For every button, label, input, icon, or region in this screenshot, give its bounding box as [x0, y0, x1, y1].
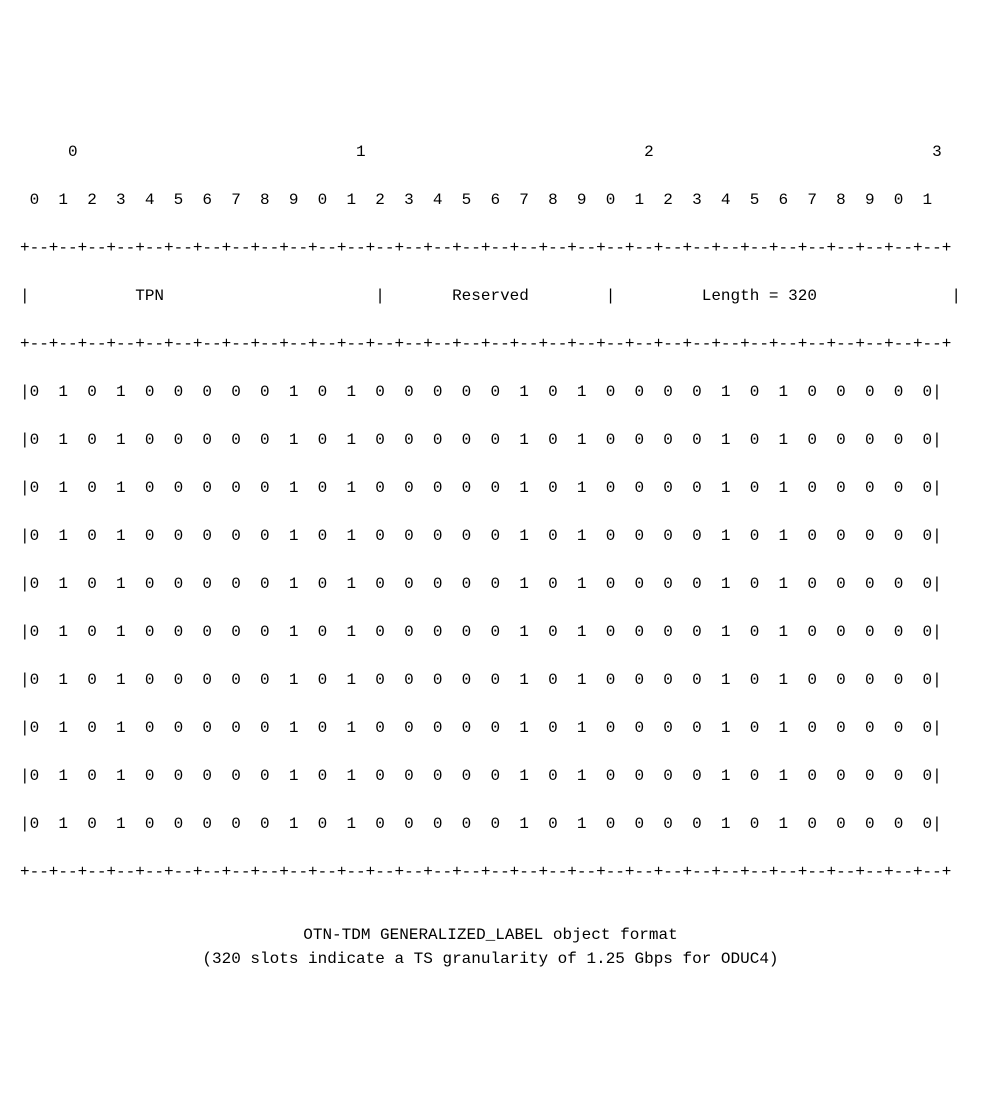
- border-mid: +--+--+--+--+--+--+--+--+--+--+--+--+--+…: [20, 332, 961, 356]
- data-row: |0 1 0 1 0 0 0 0 0 1 0 1 0 0 0 0 0 1 0 1…: [20, 668, 961, 692]
- data-row: |0 1 0 1 0 0 0 0 0 1 0 1 0 0 0 0 0 1 0 1…: [20, 428, 961, 452]
- data-row: |0 1 0 1 0 0 0 0 0 1 0 1 0 0 0 0 0 1 0 1…: [20, 812, 961, 836]
- data-row: |0 1 0 1 0 0 0 0 0 1 0 1 0 0 0 0 0 1 0 1…: [20, 524, 961, 548]
- data-row: |0 1 0 1 0 0 0 0 0 1 0 1 0 0 0 0 0 1 0 1…: [20, 620, 961, 644]
- caption-line2: (320 slots indicate a TS granularity of …: [20, 947, 961, 971]
- caption: OTN-TDM GENERALIZED_LABEL object format …: [20, 923, 961, 971]
- data-row: |0 1 0 1 0 0 0 0 0 1 0 1 0 0 0 0 0 1 0 1…: [20, 572, 961, 596]
- data-row: |0 1 0 1 0 0 0 0 0 1 0 1 0 0 0 0 0 1 0 1…: [20, 764, 961, 788]
- data-row: |0 1 0 1 0 0 0 0 0 1 0 1 0 0 0 0 0 1 0 1…: [20, 716, 961, 740]
- bit-ruler-major: 0 1 2 3: [20, 140, 961, 164]
- border-top: +--+--+--+--+--+--+--+--+--+--+--+--+--+…: [20, 236, 961, 260]
- bit-ruler-minor: 0 1 2 3 4 5 6 7 8 9 0 1 2 3 4 5 6 7 8 9 …: [20, 188, 961, 212]
- packet-diagram: 0 1 2 3 0 1 2 3 4 5 6 7 8 9 0 1 2 3 4 5 …: [20, 116, 961, 995]
- data-row: |0 1 0 1 0 0 0 0 0 1 0 1 0 0 0 0 0 1 0 1…: [20, 380, 961, 404]
- caption-line1: OTN-TDM GENERALIZED_LABEL object format: [20, 923, 961, 947]
- border-bottom: +--+--+--+--+--+--+--+--+--+--+--+--+--+…: [20, 860, 961, 884]
- header-fields: | TPN | Reserved | Length = 320 |: [20, 284, 961, 308]
- data-row: |0 1 0 1 0 0 0 0 0 1 0 1 0 0 0 0 0 1 0 1…: [20, 476, 961, 500]
